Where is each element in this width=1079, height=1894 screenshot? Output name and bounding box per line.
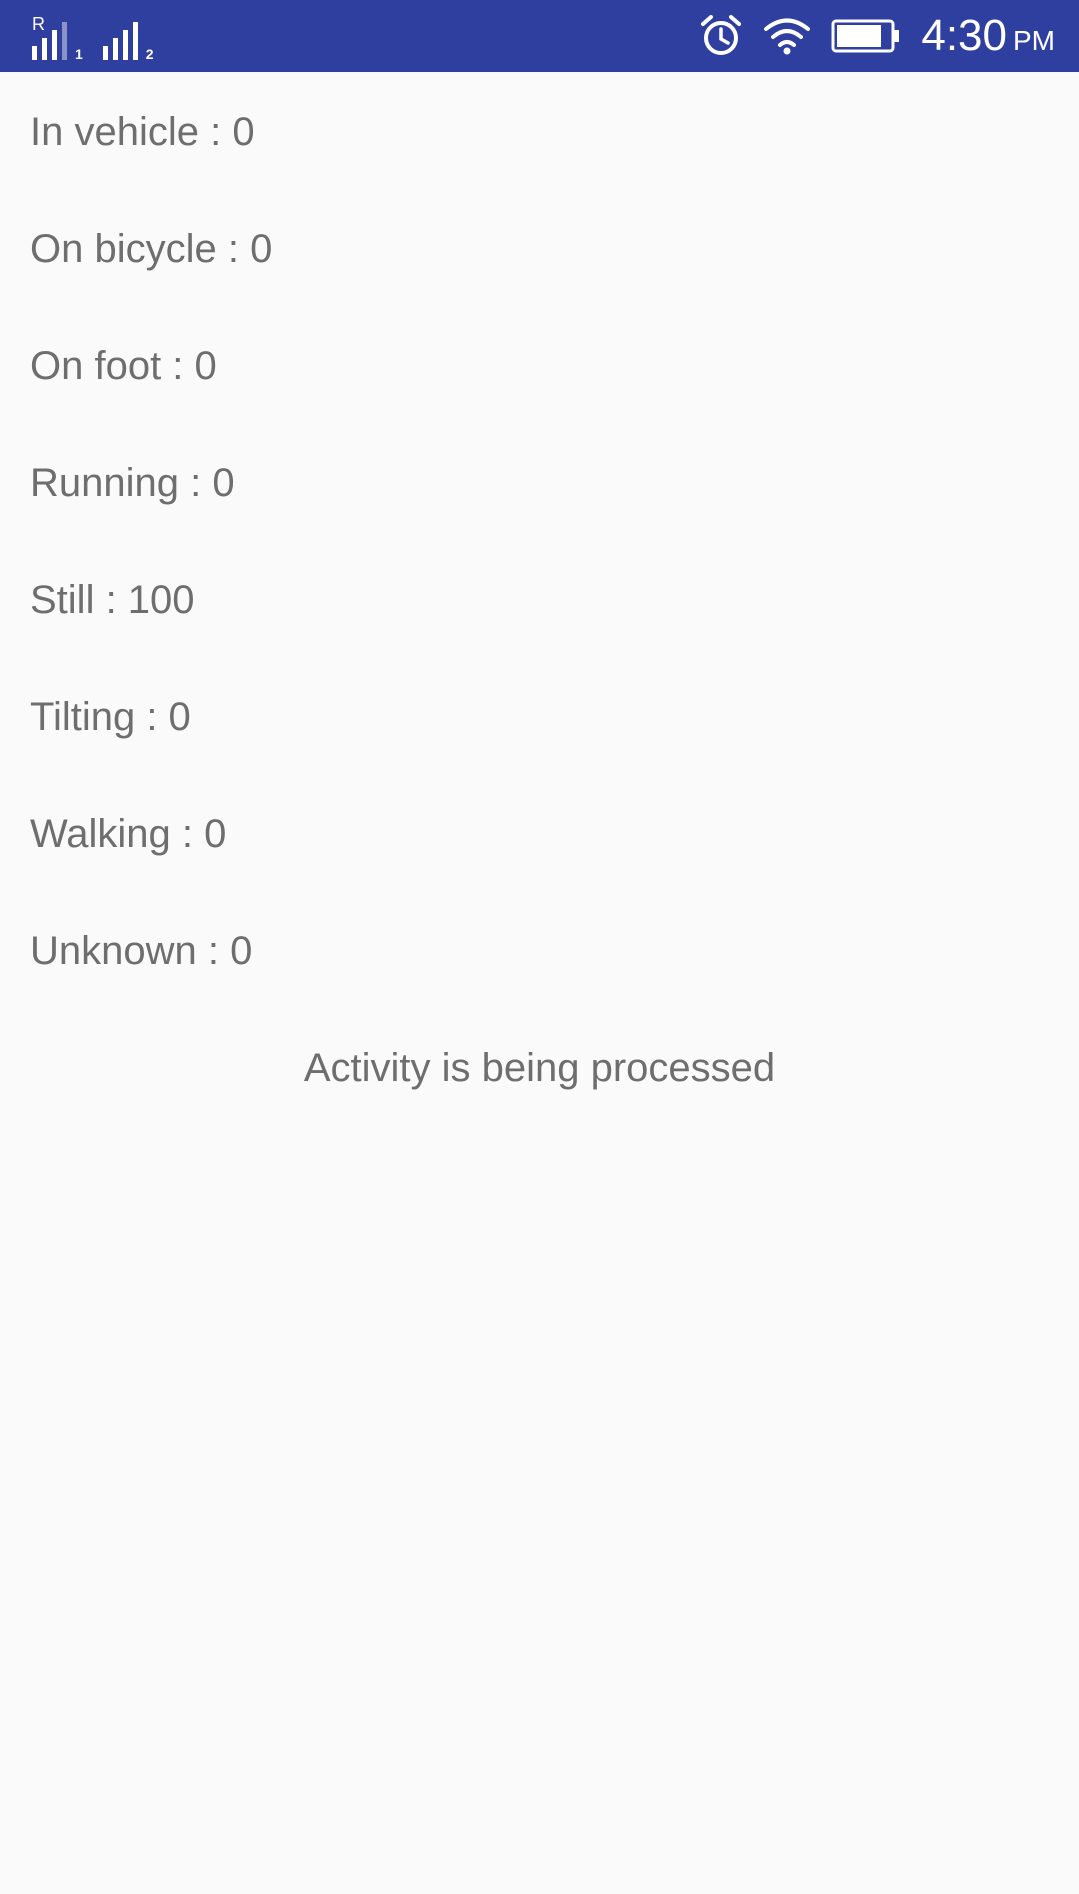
activity-on-bicycle: On bicycle : 0 (30, 227, 273, 271)
activity-on-foot: On foot : 0 (30, 344, 217, 388)
status-bar: R 1 2 4:30 PM (0, 0, 1079, 72)
roaming-indicator: R (32, 14, 45, 34)
activity-in-vehicle: In vehicle : 0 (30, 110, 255, 154)
signal-indicators: R 1 2 (30, 12, 154, 62)
activity-running: Running : 0 (30, 461, 235, 505)
activity-unknown: Unknown : 0 (30, 929, 253, 973)
clock-time: 4:30 (921, 11, 1007, 60)
clock: 4:30 PM (921, 11, 1055, 61)
status-right: 4:30 PM (699, 0, 1055, 72)
signal-icon (102, 22, 138, 60)
wifi-icon (764, 18, 811, 55)
sim1-signal: R 1 (30, 14, 83, 62)
sim2-signal: 2 (101, 16, 154, 62)
sim2-label: 2 (145, 46, 154, 62)
activity-still: Still : 100 (30, 578, 195, 622)
processing-status-text: Activity is being processed (303, 1046, 776, 1090)
battery-icon (831, 19, 900, 53)
alarm-icon (701, 15, 742, 55)
activity-tilting: Tilting : 0 (30, 695, 191, 739)
clock-ampm: PM (1013, 25, 1055, 56)
activity-walking: Walking : 0 (30, 812, 227, 856)
sim1-label: 1 (75, 46, 83, 62)
